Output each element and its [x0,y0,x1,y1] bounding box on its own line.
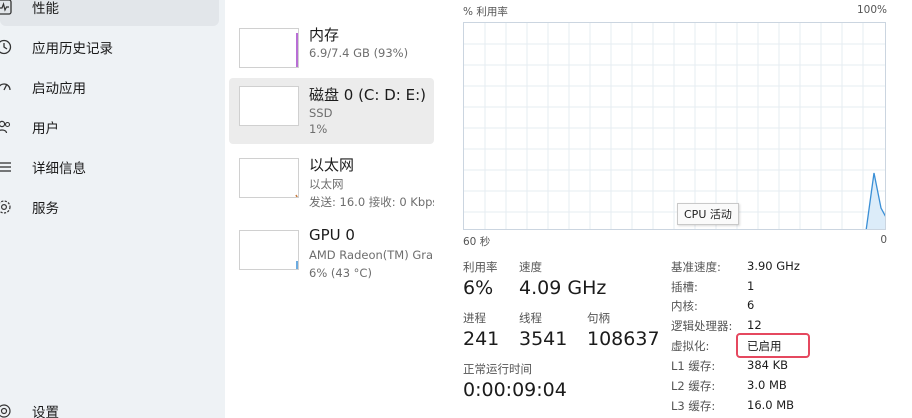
memory-thumbnail [239,28,299,68]
nav-item-startup-apps[interactable]: 启动应用 [0,68,219,106]
nav-item-details[interactable]: 详细信息 [0,148,219,186]
speed-label: 速度 [519,260,542,274]
resource-subtitle: SSD [309,106,333,120]
detail-value: 3.90 GHz [747,259,800,273]
threads-value: 3541 [519,328,568,350]
nav-label: 用户 [32,121,59,137]
nav-label: 启动应用 [32,81,86,97]
users-icon [0,117,14,137]
detail-value: 6 [747,298,755,312]
sidebar: 性能 应用历史记录 启动应用 用户 详细信息 服务 设置 [0,0,225,418]
graph-grid [464,23,885,229]
detail-key: L2 缓存: [671,379,716,393]
resource-detail: 1% [309,122,328,136]
nav-label: 性能 [32,1,59,17]
processes-value: 241 [463,328,500,350]
resource-subtitle: 以太网 [309,177,344,191]
detail-value: 12 [747,318,762,332]
details-icon [0,157,14,177]
graph-x-left-label: 60 秒 [463,236,491,248]
virtualization-highlight [736,333,810,358]
utilization-value: 6% [463,277,494,299]
graph-y-max-label: 100% [856,4,887,16]
detail-value: 3.0 MB [747,378,787,392]
resource-detail: 6% (43 °C) [309,266,372,280]
services-icon [0,197,14,217]
detail-key: L1 缓存: [671,359,716,373]
graph-y-label: % 利用率 [463,6,508,18]
speed-value: 4.09 GHz [519,277,607,299]
resource-item-disk[interactable]: 磁盘 0 (C: D: E:) SSD 1% [229,78,434,144]
detail-key: 逻辑处理器: [671,319,733,333]
history-icon [0,37,14,57]
cpu-detail-panel: % 利用率 100% CPU 活动 60 秒 0 利用率 6% 速度 4.09 … [437,0,912,418]
threads-label: 线程 [519,311,542,325]
uptime-label: 正常运行时间 [463,362,532,376]
resource-item-ethernet[interactable]: 以太网 以太网 发送: 16.0 接收: 0 Kbps [229,150,434,216]
performance-icon [0,0,14,17]
detail-value: 1 [747,279,755,293]
nav-item-performance[interactable]: 性能 [0,0,219,26]
nav-label: 设置 [32,405,59,418]
nav-item-app-history[interactable]: 应用历史记录 [0,28,219,66]
detail-value: 16.0 MB [747,398,795,412]
detail-key: 内核: [671,299,698,313]
gear-icon [0,401,14,418]
nav-item-users[interactable]: 用户 [0,108,219,146]
nav-label: 服务 [32,201,59,217]
ethernet-thumbnail [239,158,299,198]
gpu-thumbnail [239,230,299,270]
detail-key: 基准速度: [671,260,721,274]
resource-title: 内存 [309,26,340,44]
resource-item-cpu[interactable] [229,0,434,8]
nav-item-services[interactable]: 服务 [0,188,219,226]
processes-label: 进程 [463,311,486,325]
detail-value: 384 KB [747,358,789,372]
resource-title: GPU 0 [309,226,355,244]
cpu-activity-tooltip: CPU 活动 [677,203,739,225]
resource-item-gpu[interactable]: GPU 0 AMD Radeon(TM) Graphics 6% (43 °C) [229,222,434,288]
resource-subtitle: 6.9/7.4 GB (93%) [309,46,409,60]
resource-subtitle: AMD Radeon(TM) Graphics [309,248,434,262]
detail-key: 虚拟化: [671,339,710,353]
resource-detail: 发送: 16.0 接收: 0 Kbps [309,195,434,209]
disk-thumbnail [239,86,299,126]
detail-key: 插槽: [671,280,698,294]
detail-key: L3 缓存: [671,399,716,413]
nav-label: 详细信息 [32,161,86,177]
resource-item-memory[interactable]: 内存 6.9/7.4 GB (93%) [229,20,434,86]
handles-value: 108637 [587,328,660,350]
nav-item-settings[interactable]: 设置 [0,392,219,418]
uptime-value: 0:00:09:04 [463,379,567,401]
nav-label: 应用历史记录 [32,41,113,57]
handles-label: 句柄 [587,311,610,325]
resource-title: 以太网 [309,156,355,174]
resource-list: 内存 6.9/7.4 GB (93%) 磁盘 0 (C: D: E:) SSD … [225,0,437,418]
cpu-utilization-graph [463,22,886,230]
graph-x-right-label: 0 [880,234,887,246]
utilization-label: 利用率 [463,260,498,274]
startup-icon [0,77,14,97]
resource-title: 磁盘 0 (C: D: E:) [309,86,426,104]
